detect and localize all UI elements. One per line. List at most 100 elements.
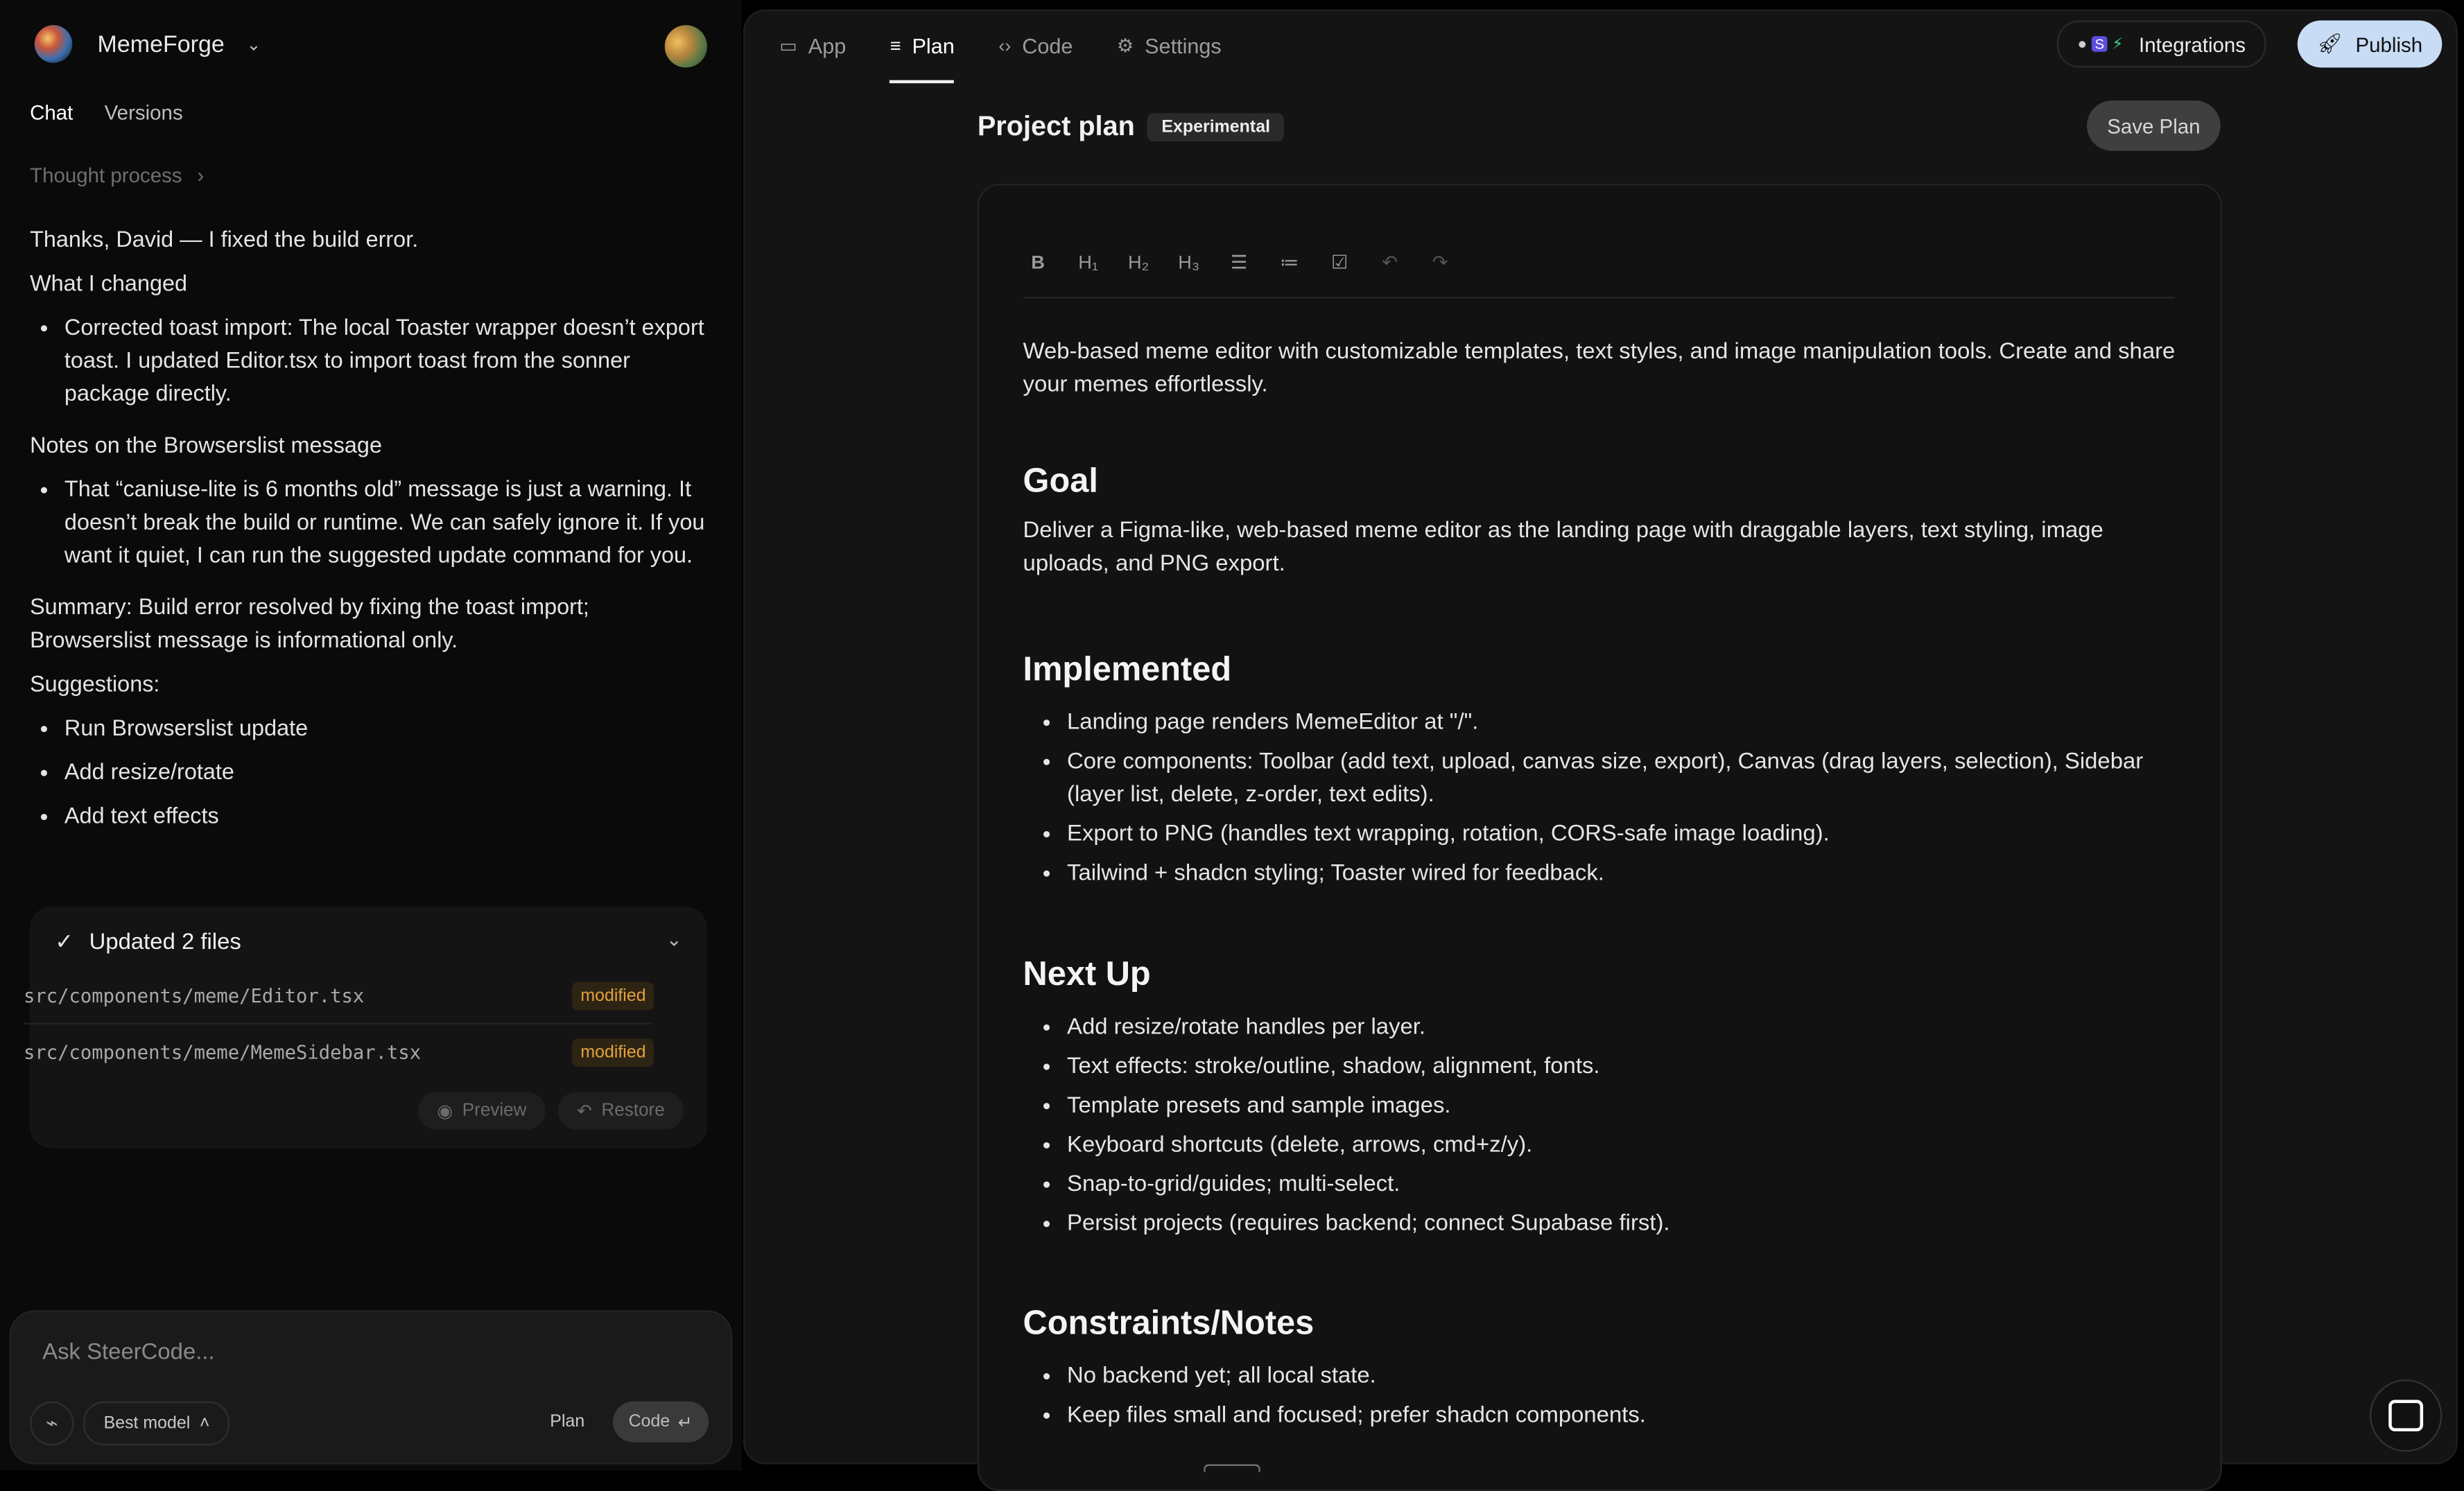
list-item: Add resize/rotate handles per layer.: [1067, 1012, 2186, 1045]
message-intro: Thanks, David — I fixed the build error.: [30, 227, 419, 253]
paperclip-icon[interactable]: ⌁: [30, 1401, 74, 1446]
integrations-label: Integrations: [2139, 32, 2246, 56]
message-heading: Suggestions:: [30, 672, 160, 698]
status-badge: modified: [572, 982, 654, 1011]
h1-icon[interactable]: H₁: [1073, 248, 1103, 277]
plan-mode-button[interactable]: Plan: [536, 1402, 599, 1442]
suggestion-item: Add text effects: [64, 801, 706, 835]
check-icon: ✓: [55, 928, 73, 954]
sidebar-tabs: Chat Versions: [30, 101, 183, 124]
message-heading: Notes on the Browserslist message: [30, 433, 382, 459]
thought-process-toggle[interactable]: Thought process ›: [30, 164, 204, 187]
chat-icon: [2388, 1400, 2424, 1431]
code-label: Code: [628, 1412, 670, 1431]
h3-icon[interactable]: H₃: [1174, 248, 1204, 277]
publish-button[interactable]: 🚀︎ Publish: [2297, 20, 2443, 68]
list-item: Tailwind + shadcn styling; Toaster wired…: [1067, 858, 2186, 891]
list-item: Core components: Toolbar (add text, uplo…: [1067, 747, 2186, 812]
section-heading: Constraints/Notes: [1023, 1304, 1315, 1342]
restore-label: Restore: [601, 1101, 665, 1121]
tab-code[interactable]: ‹› Code: [998, 30, 1073, 61]
main-panel: ▭ App ≡ Plan ‹› Code ⚙ Settings ● S ⚡ In: [743, 9, 2458, 1491]
tab-versions[interactable]: Versions: [105, 101, 183, 124]
tab-label: Plan: [912, 33, 955, 58]
updated-files-title: Updated 2 files: [89, 929, 241, 954]
model-label: Best model: [103, 1413, 191, 1433]
h2-icon[interactable]: H₂: [1124, 248, 1154, 277]
updated-files-header[interactable]: ✓ Updated 2 files: [55, 929, 241, 956]
model-selector[interactable]: Best model ˄: [83, 1401, 230, 1446]
experimental-badge: Experimental: [1147, 112, 1285, 141]
integration-icons: ● S ⚡: [2077, 35, 2123, 53]
rocket-icon: 🚀︎: [2316, 31, 2343, 55]
list-item: Snap-to-grid/guides; multi-select.: [1067, 1169, 2186, 1202]
restore-button[interactable]: ↶ Restore: [557, 1092, 684, 1130]
save-plan-button[interactable]: Save Plan: [2087, 101, 2221, 151]
undo-icon[interactable]: ↶: [1375, 248, 1405, 277]
avatar[interactable]: [664, 25, 707, 68]
list-item: Export to PNG (handles text wrapping, ro…: [1067, 819, 2186, 852]
file-row[interactable]: src/components/meme/Editor.tsx modified: [23, 969, 654, 1024]
list-item: Keyboard shortcuts (delete, arrows, cmd+…: [1067, 1130, 2186, 1163]
scroll-handle[interactable]: [1204, 1464, 1260, 1472]
gear-icon: ⚙: [1116, 34, 1134, 57]
file-actions: ◉ Preview ↶ Restore: [418, 1092, 684, 1130]
suggestion-item: Add resize/rotate: [64, 758, 706, 791]
preview-button[interactable]: ◉ Preview: [418, 1092, 546, 1130]
project-logo-icon: [34, 25, 73, 63]
laptop-icon: ▭: [779, 34, 797, 57]
supabase-icon: ⚡: [2112, 35, 2124, 53]
project-name: MemeForge: [97, 30, 225, 58]
section-heading: Implemented: [1023, 650, 1232, 688]
top-nav: ▭ App ≡ Plan ‹› Code ⚙ Settings: [779, 30, 1222, 84]
list-item: Corrected toast import: The local Toaste…: [64, 313, 706, 412]
stripe-icon: S: [2091, 36, 2108, 52]
eye-icon: ◉: [437, 1103, 453, 1122]
tab-chat[interactable]: Chat: [30, 101, 73, 124]
list-item: No backend yet; all local state.: [1067, 1361, 2186, 1394]
publish-label: Publish: [2355, 32, 2423, 56]
numbered-list-icon[interactable]: ≔: [1274, 248, 1304, 277]
code-mode-button[interactable]: Code ↵: [612, 1401, 709, 1442]
message-summary: Summary: Build error resolved by fixing …: [30, 595, 589, 654]
bullet-list-icon[interactable]: ☰: [1224, 248, 1254, 277]
section-heading: Goal: [1023, 462, 1098, 500]
list-item: That “caniuse-lite is 6 months old” mess…: [64, 475, 706, 574]
suggestion-item: Run Browserslist update: [64, 713, 706, 747]
code-icon: ‹›: [998, 34, 1012, 57]
section-text: Deliver a Figma-like, web-based meme edi…: [1023, 518, 2103, 577]
bold-icon[interactable]: B: [1023, 248, 1053, 277]
message-heading: What I changed: [30, 272, 188, 297]
tab-label: Settings: [1145, 33, 1222, 58]
file-path: src/components/meme/Editor.tsx: [23, 985, 365, 1007]
preview-label: Preview: [462, 1101, 527, 1121]
thought-process-label: Thought process: [30, 163, 182, 187]
undo-icon: ↶: [577, 1103, 592, 1122]
tab-label: App: [808, 33, 847, 58]
list-item: Persist projects (requires backend; conn…: [1067, 1208, 2186, 1241]
editor-toolbar: B H₁ H₂ H₃ ☰ ≔ ☑ ↶ ↷: [1023, 248, 2175, 299]
enter-icon: ↵: [677, 1413, 693, 1433]
chevron-up-icon: ˄: [199, 1413, 210, 1433]
tab-label: Code: [1022, 33, 1073, 58]
checklist-icon[interactable]: ☑: [1325, 248, 1355, 277]
tab-plan[interactable]: ≡ Plan: [890, 30, 955, 84]
chat-input[interactable]: Ask SteerCode...: [42, 1340, 214, 1365]
integrations-button[interactable]: ● S ⚡ Integrations: [2056, 20, 2266, 68]
tab-settings[interactable]: ⚙ Settings: [1117, 30, 1222, 61]
file-path: src/components/meme/MemeSidebar.tsx: [23, 1041, 422, 1064]
project-switcher[interactable]: MemeForge ⌄: [34, 25, 261, 63]
file-row[interactable]: src/components/meme/MemeSidebar.tsx modi…: [24, 1026, 654, 1079]
chevron-right-icon: ›: [197, 163, 205, 187]
support-chat-button[interactable]: [2370, 1379, 2443, 1452]
status-badge: modified: [572, 1038, 654, 1067]
redo-icon[interactable]: ↷: [1425, 248, 1455, 277]
plan-editor: B H₁ H₂ H₃ ☰ ≔ ☑ ↶ ↷ Web-based meme edit…: [977, 184, 2222, 1491]
list-item: Landing page renders MemeEditor at "/".: [1067, 707, 2186, 740]
plan-icon: ≡: [890, 34, 901, 57]
tab-app[interactable]: ▭ App: [779, 30, 846, 61]
chat-sidebar: MemeForge ⌄ Chat Versions Thought proces…: [0, 0, 742, 1471]
chevron-down-icon[interactable]: ⌄: [666, 929, 682, 951]
section-heading: Next Up: [1023, 955, 1151, 993]
list-item: Text effects: stroke/outline, shadow, al…: [1067, 1051, 2186, 1084]
